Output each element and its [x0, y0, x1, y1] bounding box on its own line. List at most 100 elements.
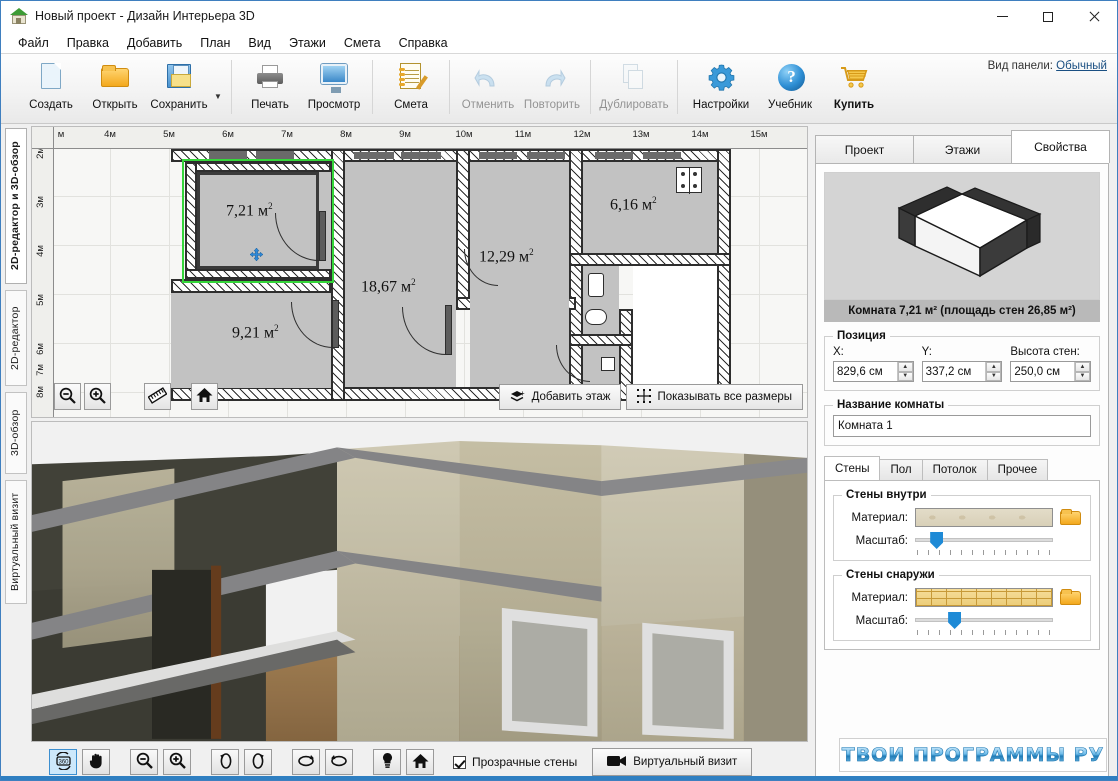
tab-project[interactable]: Проект — [815, 135, 914, 163]
viewport-home-button[interactable] — [406, 749, 434, 775]
selected-room-wall-bottom[interactable] — [185, 269, 331, 279]
fixture-sink-icon[interactable] — [585, 309, 607, 325]
position-x-spinner[interactable]: ▲▼ — [833, 361, 914, 382]
tab-properties[interactable]: Свойства — [1011, 130, 1110, 163]
stepper-up-icon[interactable]: ▲ — [1075, 362, 1091, 372]
show-all-dimensions-button[interactable]: Показывать все размеры — [626, 384, 803, 410]
move-handle-icon[interactable] — [249, 247, 264, 262]
pan-button[interactable] — [82, 749, 110, 775]
create-button[interactable]: Создать — [19, 54, 83, 120]
save-dropdown-chevron-down-icon[interactable]: ▼ — [211, 54, 225, 120]
door-leaf-2[interactable] — [332, 300, 339, 348]
walls-inside-browse-button[interactable] — [1060, 508, 1082, 527]
virtual-visit-button[interactable]: Виртуальный визит — [592, 748, 753, 776]
close-button[interactable] — [1071, 1, 1117, 32]
lighting-button[interactable] — [373, 749, 401, 775]
sidebar-item-2d-editor[interactable]: 2D-редактор — [5, 290, 27, 386]
fixture-stove-icon[interactable] — [676, 167, 702, 194]
print-button[interactable]: Печать — [238, 54, 302, 120]
menu-item-estimate[interactable]: Смета — [335, 34, 390, 52]
undo-button[interactable]: Отменить — [456, 54, 520, 120]
room-name-input[interactable] — [833, 415, 1091, 437]
menu-item-floors[interactable]: Этажи — [280, 34, 335, 52]
window-6[interactable] — [527, 152, 565, 159]
open-button[interactable]: Открыть — [83, 54, 147, 120]
slider-thumb[interactable] — [930, 532, 944, 549]
transparent-walls-checkbox[interactable]: Прозрачные стены — [453, 755, 577, 769]
preview-button[interactable]: Просмотр — [302, 54, 366, 120]
wall-interior-horizontal-1[interactable] — [569, 253, 731, 266]
room-fill-corridor[interactable] — [633, 266, 717, 387]
tab-floor[interactable]: Пол — [879, 459, 923, 480]
position-y-input[interactable] — [922, 365, 986, 378]
panel-view-link[interactable]: Обычный — [1056, 60, 1107, 72]
estimate-button[interactable]: Смета — [379, 54, 443, 120]
settings-button[interactable]: Настройки — [684, 54, 758, 120]
rotate-right-button[interactable] — [244, 749, 272, 775]
sidebar-item-virtual-visit[interactable]: Виртуальный визит — [5, 480, 27, 604]
tab-walls[interactable]: Стены — [824, 456, 881, 480]
wall-height-spinner[interactable]: ▲▼ — [1010, 361, 1092, 382]
tab-other[interactable]: Прочее — [986, 459, 1049, 480]
window-1[interactable] — [209, 151, 247, 159]
window-3[interactable] — [354, 152, 394, 159]
position-x-stepper[interactable]: ▲ ▼ — [896, 362, 913, 381]
window-4[interactable] — [401, 152, 441, 159]
position-y-stepper[interactable]: ▲ ▼ — [985, 362, 1002, 381]
sidebar-item-2d-and-3d[interactable]: 2D-редактор и 3D-обзор — [5, 128, 27, 284]
menu-item-view[interactable]: Вид — [239, 34, 280, 52]
save-button[interactable]: Сохранить — [147, 54, 211, 120]
walls-outside-scale-slider[interactable] — [915, 610, 1053, 635]
wall-interior-vertical-2[interactable] — [456, 149, 470, 309]
slider-thumb[interactable] — [948, 612, 962, 629]
wall-height-stepper[interactable]: ▲ ▼ — [1074, 362, 1091, 381]
window-5[interactable] — [479, 152, 517, 159]
room-fill-balcony[interactable] — [171, 293, 207, 388]
plan-zoom-out-button[interactable] — [54, 383, 81, 410]
position-x-input[interactable] — [834, 365, 897, 378]
redo-button[interactable]: Повторить — [520, 54, 584, 120]
walls-inside-scale-slider[interactable] — [915, 530, 1053, 555]
menu-item-edit[interactable]: Правка — [58, 34, 118, 52]
tutorial-button[interactable]: ? Учебник — [758, 54, 822, 120]
fixture-toilet-icon[interactable] — [588, 273, 604, 297]
add-floor-button[interactable]: + Добавить этаж — [498, 384, 622, 410]
stepper-down-icon[interactable]: ▼ — [897, 371, 913, 381]
floor-plan-canvas[interactable]: 7,21 м2 9,21 м2 18,67 м2 12,29 м2 6,16 м… — [54, 149, 807, 417]
tab-ceiling[interactable]: Потолок — [921, 459, 988, 480]
window-8[interactable] — [643, 152, 681, 159]
walls-outside-browse-button[interactable] — [1060, 588, 1082, 607]
menu-item-file[interactable]: Файл — [9, 34, 58, 52]
floor-plan-2d-editor[interactable]: 7,21 м2 9,21 м2 18,67 м2 12,29 м2 6,16 м… — [31, 126, 808, 418]
wall-height-input[interactable] — [1011, 365, 1075, 378]
menu-item-help[interactable]: Справка — [390, 34, 457, 52]
tab-floors[interactable]: Этажи — [913, 135, 1012, 163]
door-leaf-3[interactable] — [445, 305, 452, 355]
rotate-left-button[interactable] — [211, 749, 239, 775]
menu-item-add[interactable]: Добавить — [118, 34, 191, 52]
minimize-button[interactable] — [979, 1, 1025, 32]
window-7[interactable] — [595, 152, 633, 159]
viewport-zoom-in-button[interactable] — [163, 749, 191, 775]
menu-item-plan[interactable]: План — [191, 34, 239, 52]
viewport-zoom-out-button[interactable] — [130, 749, 158, 775]
walls-outside-material-swatch[interactable] — [915, 588, 1053, 607]
tilt-up-button[interactable] — [292, 749, 320, 775]
orbit-360-button[interactable]: 360 — [49, 749, 77, 775]
plan-zoom-in-button[interactable] — [84, 383, 111, 410]
stepper-up-icon[interactable]: ▲ — [897, 362, 913, 372]
selected-room-wall-left[interactable] — [185, 162, 197, 279]
viewport-3d[interactable] — [31, 421, 808, 742]
stepper-down-icon[interactable]: ▼ — [1075, 371, 1091, 381]
position-y-spinner[interactable]: ▲▼ — [921, 361, 1003, 382]
tilt-down-button[interactable] — [325, 749, 353, 775]
stepper-down-icon[interactable]: ▼ — [986, 371, 1002, 381]
duplicate-button[interactable]: Дублировать — [597, 54, 671, 120]
buy-button[interactable]: Купить — [822, 54, 886, 120]
plan-home-button[interactable] — [191, 383, 218, 410]
wall-right[interactable] — [717, 149, 731, 401]
stepper-up-icon[interactable]: ▲ — [986, 362, 1002, 372]
sidebar-item-3d-view[interactable]: 3D-обзор — [5, 392, 27, 474]
walls-inside-material-swatch[interactable] — [915, 508, 1053, 527]
maximize-button[interactable] — [1025, 1, 1071, 32]
